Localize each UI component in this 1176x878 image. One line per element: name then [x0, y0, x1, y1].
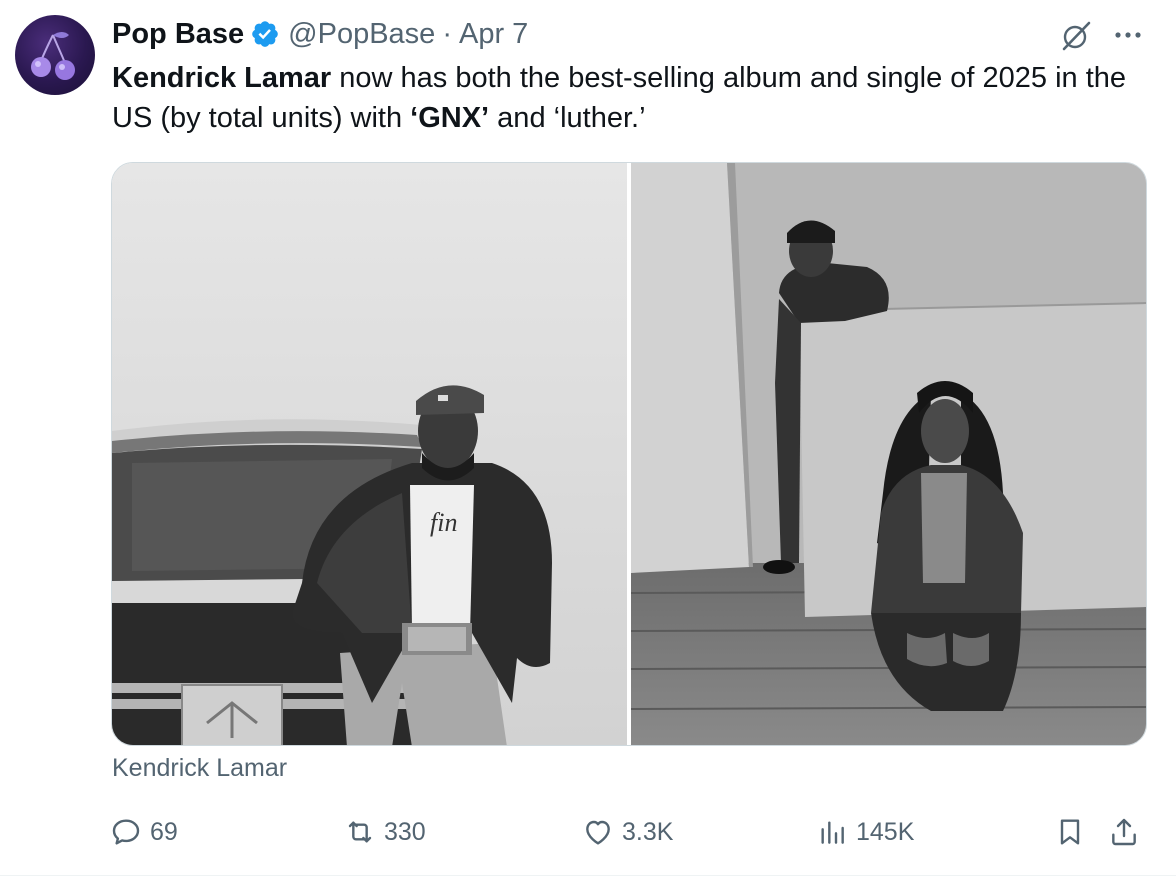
tweet-card[interactable]: Pop Base @PopBase · Apr 7 Kendrick Lamar… [0, 0, 1176, 878]
more-options-icon[interactable] [1111, 20, 1145, 50]
avatar[interactable] [15, 15, 95, 95]
views-button[interactable]: 145K [816, 810, 914, 854]
retweet-count: 330 [384, 818, 426, 846]
tweet-text-mention: Kendrick Lamar [112, 62, 332, 94]
bookmark-button[interactable] [1054, 810, 1094, 854]
views-chart-icon [821, 821, 844, 844]
separator-dot: · [442, 17, 452, 50]
bottom-divider [0, 875, 1176, 876]
media-grid: fin [111, 162, 1147, 746]
reply-icon [112, 819, 140, 845]
svg-text:fin: fin [430, 508, 457, 537]
tweet-text-single: and ‘luther.’ [489, 102, 646, 134]
share-icon [1112, 818, 1136, 846]
heart-icon [586, 820, 610, 845]
bookmark-icon [1060, 819, 1080, 845]
handle[interactable]: @PopBase [288, 18, 435, 51]
display-name[interactable]: Pop Base [112, 18, 244, 51]
grok-icon[interactable] [1058, 18, 1094, 54]
retweet-icon [348, 821, 372, 843]
tweet-text-album: ‘GNX’ [410, 102, 490, 134]
like-count: 3.3K [622, 818, 674, 846]
verified-badge-icon[interactable] [250, 19, 280, 49]
share-button[interactable] [1108, 810, 1148, 854]
action-bar: 69 330 3.3K 145K [110, 810, 1150, 854]
view-count: 145K [856, 818, 915, 846]
reply-count: 69 [150, 818, 178, 846]
tweet-text: Kendrick Lamar now has both the best-sel… [112, 58, 1162, 138]
photo-left-illustration: fin [112, 163, 627, 745]
reply-button[interactable]: 69 [110, 810, 178, 854]
tweet-header: Pop Base @PopBase · Apr 7 [112, 14, 528, 54]
cherry-icon [31, 32, 75, 80]
photo-kendrick-car[interactable]: fin [112, 163, 627, 745]
like-button[interactable]: 3.3K [582, 810, 673, 854]
post-date[interactable]: Apr 7 [459, 18, 528, 51]
retweet-button[interactable]: 330 [344, 810, 426, 854]
photo-right-illustration [631, 163, 1146, 745]
media-caption: Kendrick Lamar [112, 754, 288, 782]
photo-kendrick-sza[interactable] [631, 163, 1146, 745]
